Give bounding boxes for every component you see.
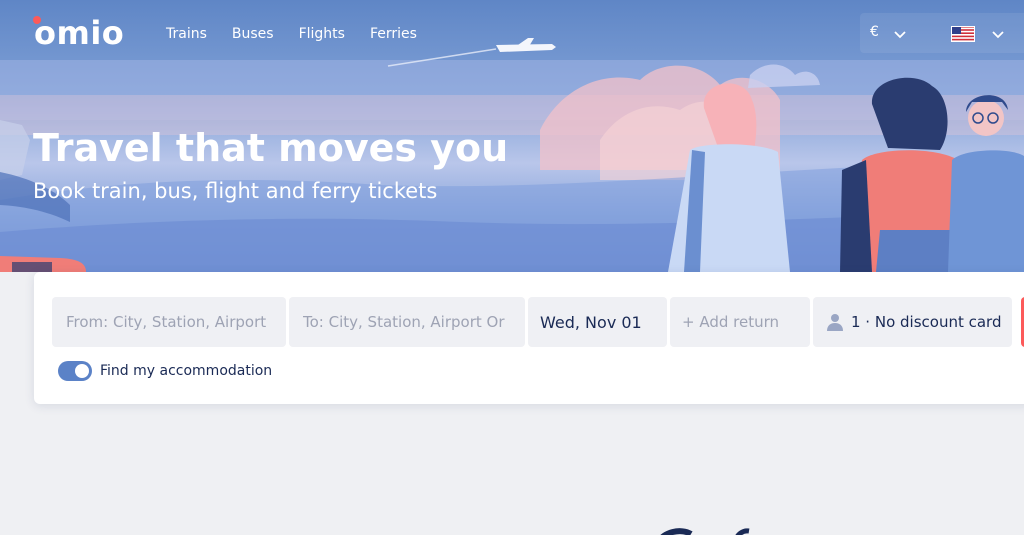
departure-date-field[interactable]: Wed, Nov 01 bbox=[528, 297, 667, 347]
from-field[interactable] bbox=[52, 297, 286, 347]
us-flag-icon[interactable] bbox=[951, 26, 975, 42]
passengers-value: 1 · No discount card bbox=[851, 313, 1002, 331]
hero-title: Travel that moves you bbox=[33, 126, 509, 170]
nav-links: Trains Buses Flights Ferries bbox=[166, 26, 417, 42]
hero-subtitle: Book train, bus, flight and ferry ticket… bbox=[33, 179, 438, 203]
top-navigation: omio Trains Buses Flights Ferries € bbox=[0, 0, 1024, 68]
add-return-field[interactable]: + Add return bbox=[670, 297, 810, 347]
chevron-down-icon[interactable] bbox=[893, 27, 907, 41]
add-return-label: + Add return bbox=[682, 313, 780, 331]
nav-flights-link[interactable]: Flights bbox=[299, 26, 345, 42]
currency-selector[interactable]: € bbox=[870, 24, 879, 40]
omio-logo[interactable]: omio bbox=[34, 14, 124, 52]
nav-ferries-link[interactable]: Ferries bbox=[370, 26, 417, 42]
nav-buses-link[interactable]: Buses bbox=[232, 26, 274, 42]
preferences-bar: € bbox=[860, 13, 1024, 53]
nav-trains-link[interactable]: Trains bbox=[166, 26, 207, 42]
person-icon bbox=[827, 314, 843, 331]
accommodation-toggle[interactable] bbox=[58, 361, 92, 381]
toggle-knob bbox=[75, 364, 89, 378]
accommodation-label: Find my accommodation bbox=[100, 363, 273, 379]
chevron-down-icon[interactable] bbox=[991, 27, 1005, 41]
section-heading-peek bbox=[660, 528, 750, 535]
to-field[interactable] bbox=[289, 297, 525, 347]
accommodation-toggle-row: Find my accommodation bbox=[58, 361, 272, 381]
hero-banner: omio Trains Buses Flights Ferries € Trav… bbox=[0, 0, 1024, 272]
to-input[interactable] bbox=[301, 312, 513, 332]
omio-home-page: omio Trains Buses Flights Ferries € Trav… bbox=[0, 0, 1024, 535]
departure-date-value: Wed, Nov 01 bbox=[540, 312, 642, 332]
from-input[interactable] bbox=[64, 312, 274, 332]
passengers-field[interactable]: 1 · No discount card bbox=[813, 297, 1012, 347]
search-form: Wed, Nov 01 + Add return 1 · No discount… bbox=[34, 272, 1024, 404]
